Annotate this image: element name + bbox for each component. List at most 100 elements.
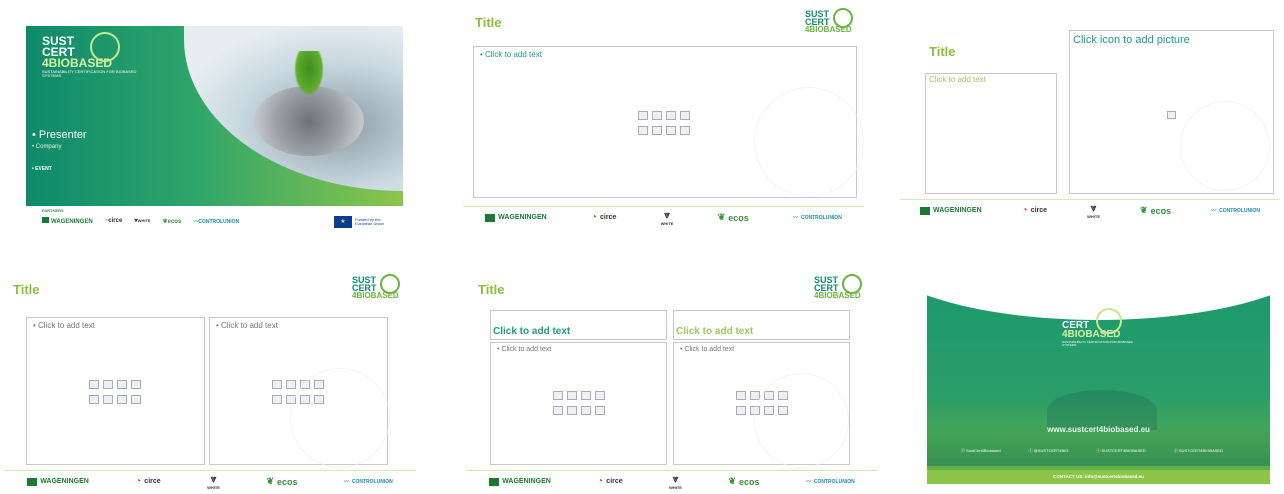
ecos-logo: ❦ecos <box>718 212 749 223</box>
content-placeholder[interactable]: • Click to add text <box>473 46 864 198</box>
slide-picture-caption[interactable]: Title Click to add text Click icon to ad… <box>900 26 1280 232</box>
placeholder-text[interactable]: • Click to add text <box>480 50 542 59</box>
slide-title-content[interactable]: Title SUST CERT 4BIOBASED • Click to add… <box>463 6 864 232</box>
ecos-logo: ❦ecos <box>1140 205 1171 216</box>
cover-logo: SUST CERT 4BIOBASED SUSTAINABILITY CERTI… <box>42 32 142 78</box>
circe-logo: ◔circe <box>105 218 123 224</box>
video-icon[interactable] <box>581 405 591 415</box>
youtube-link[interactable]: ⓨ SUSTCERT4BIOBASED <box>1174 448 1223 454</box>
text-placeholder[interactable]: Click to add text <box>925 73 1057 194</box>
wageningen-logo: WAGENINGEN <box>27 477 89 486</box>
right-content-placeholder[interactable]: • Click to add text <box>673 342 850 468</box>
video-icon[interactable] <box>117 394 127 404</box>
circe-label: circe <box>144 478 161 485</box>
company-text[interactable]: • Company <box>32 144 61 150</box>
slide-comparison[interactable]: Title SUST CERT 4BIOBASED Click to add t… <box>466 270 878 494</box>
table-icon[interactable] <box>638 111 648 120</box>
table-icon[interactable] <box>89 380 99 389</box>
table-icon[interactable] <box>553 391 563 400</box>
control-union-label: CONTROLUNION <box>351 478 393 485</box>
chart-icon[interactable] <box>286 380 296 389</box>
wageningen-icon <box>27 477 38 486</box>
picture-icon[interactable] <box>553 405 563 415</box>
stock-images-icon[interactable] <box>595 391 605 400</box>
white-label: WHITE <box>207 484 220 490</box>
circe-label: circe <box>600 214 617 221</box>
wageningen-label: WAGENINGEN <box>933 207 982 214</box>
ecos-icon: ❦ <box>728 476 736 486</box>
slide-title[interactable]: Title <box>478 282 505 297</box>
circe-logo: ◔circe <box>591 212 616 223</box>
picture-icon[interactable] <box>272 394 282 404</box>
ecos-icon: ❦ <box>717 212 726 222</box>
white-icon: ⩔ <box>1090 202 1097 214</box>
wageningen-icon <box>485 213 496 222</box>
linkedin-link[interactable]: ⓘ SUSTCERT4BIOBASED <box>1096 448 1145 454</box>
right-content-placeholder[interactable]: • Click to add text <box>209 317 390 468</box>
picture-icon[interactable] <box>1167 111 1176 119</box>
white-icon: ⩔ <box>664 209 670 221</box>
white-icon: ⩔ <box>210 473 217 485</box>
white-label: WHITE <box>137 217 151 223</box>
placeholder-text[interactable]: Click to add text <box>929 75 986 84</box>
placeholder-text[interactable]: • Click to add text <box>497 346 551 353</box>
partners-footer: WAGENINGEN ◔ circe ⩔ WHITE ❦ ecos 〰 CONTROLU… <box>900 199 1280 221</box>
left-heading-placeholder[interactable]: Click to add text <box>490 310 667 340</box>
eu-funding-text: Funded by the European Union <box>355 216 384 226</box>
chart-icon[interactable] <box>652 111 662 120</box>
event-text[interactable]: • EVENT <box>32 166 52 172</box>
slide-title[interactable]: Title <box>13 282 40 297</box>
website-text[interactable]: www.sustcert4biobased.eu <box>927 425 1270 434</box>
circe-logo: ◔circe <box>135 476 160 487</box>
left-content-placeholder[interactable]: • Click to add text <box>490 342 667 465</box>
online-picture-icon[interactable] <box>103 394 113 404</box>
stock-images-icon[interactable] <box>680 111 690 120</box>
chart-icon[interactable] <box>567 391 577 400</box>
white-logo: ⩔WHITE <box>661 210 674 226</box>
slide-closing[interactable]: SUST CERT 4BIOBASED SUSTAINABILITY CERTI… <box>927 290 1270 484</box>
linkedin-icon: ⓘ <box>1096 448 1101 453</box>
online-picture-icon[interactable] <box>652 125 662 135</box>
left-content-placeholder[interactable]: • Click to add text <box>26 317 205 465</box>
placeholder-text[interactable]: • Click to add text <box>680 346 734 353</box>
wageningen-logo: WAGENINGEN <box>489 477 551 486</box>
picture-icon[interactable] <box>638 125 648 135</box>
picture-placeholder-text[interactable]: Click icon to add picture <box>1073 34 1190 46</box>
control-union-label: CONTROLUNION <box>813 478 855 485</box>
table-icon[interactable] <box>736 391 746 400</box>
picture-icon[interactable] <box>89 394 99 404</box>
icons-icon[interactable] <box>131 394 141 404</box>
placeholder-text[interactable]: • Click to add text <box>33 321 95 330</box>
stock-images-icon[interactable] <box>131 380 141 389</box>
online-picture-icon[interactable] <box>567 405 577 415</box>
watermark-graphic <box>754 373 849 468</box>
smartart-icon[interactable] <box>666 111 676 120</box>
ecos-label: ecos <box>167 218 182 225</box>
smartart-icon[interactable] <box>117 380 127 389</box>
contact-text[interactable]: CONTACT US: info@sustcert4biobased.eu <box>927 470 1270 484</box>
table-icon[interactable] <box>272 380 282 389</box>
facebook-link[interactable]: ⓕ SustCert4Biobased <box>961 448 1001 454</box>
chart-icon[interactable] <box>103 380 113 389</box>
wageningen-icon <box>489 477 500 486</box>
slide-title[interactable]: Title <box>929 44 956 59</box>
video-icon[interactable] <box>666 125 676 135</box>
slide-two-content[interactable]: Title SUST CERT 4BIOBASED • Click to add… <box>4 270 416 494</box>
smartart-icon[interactable] <box>581 391 591 400</box>
right-heading-placeholder[interactable]: Click to add text <box>673 310 850 340</box>
hands-globe-graphic <box>1047 390 1157 430</box>
right-heading-text[interactable]: Click to add text <box>676 326 753 337</box>
icons-icon[interactable] <box>680 125 690 135</box>
logo-tagline: SUSTAINABILITY CERTIFICATION FOR BIOBASE… <box>1062 340 1133 347</box>
social-links: ⓕ SustCert4Biobased ⓣ @SUSTCERT4BIO ⓘ SU… <box>961 448 1223 454</box>
picture-placeholder[interactable]: Click icon to add picture <box>1069 30 1274 194</box>
placeholder-text[interactable]: • Click to add text <box>216 321 278 330</box>
presenter-text[interactable]: • Presenter <box>32 129 87 141</box>
icons-icon[interactable] <box>595 405 605 415</box>
twitter-link[interactable]: ⓣ @SUSTCERT4BIO <box>1029 448 1069 454</box>
left-heading-text[interactable]: Click to add text <box>493 326 570 337</box>
picture-icon[interactable] <box>736 405 746 415</box>
slide-cover[interactable]: SUST CERT 4BIOBASED SUSTAINABILITY CERTI… <box>26 26 403 234</box>
wageningen-logo: WAGENINGEN <box>920 206 982 215</box>
slide-title[interactable]: Title <box>475 15 502 30</box>
